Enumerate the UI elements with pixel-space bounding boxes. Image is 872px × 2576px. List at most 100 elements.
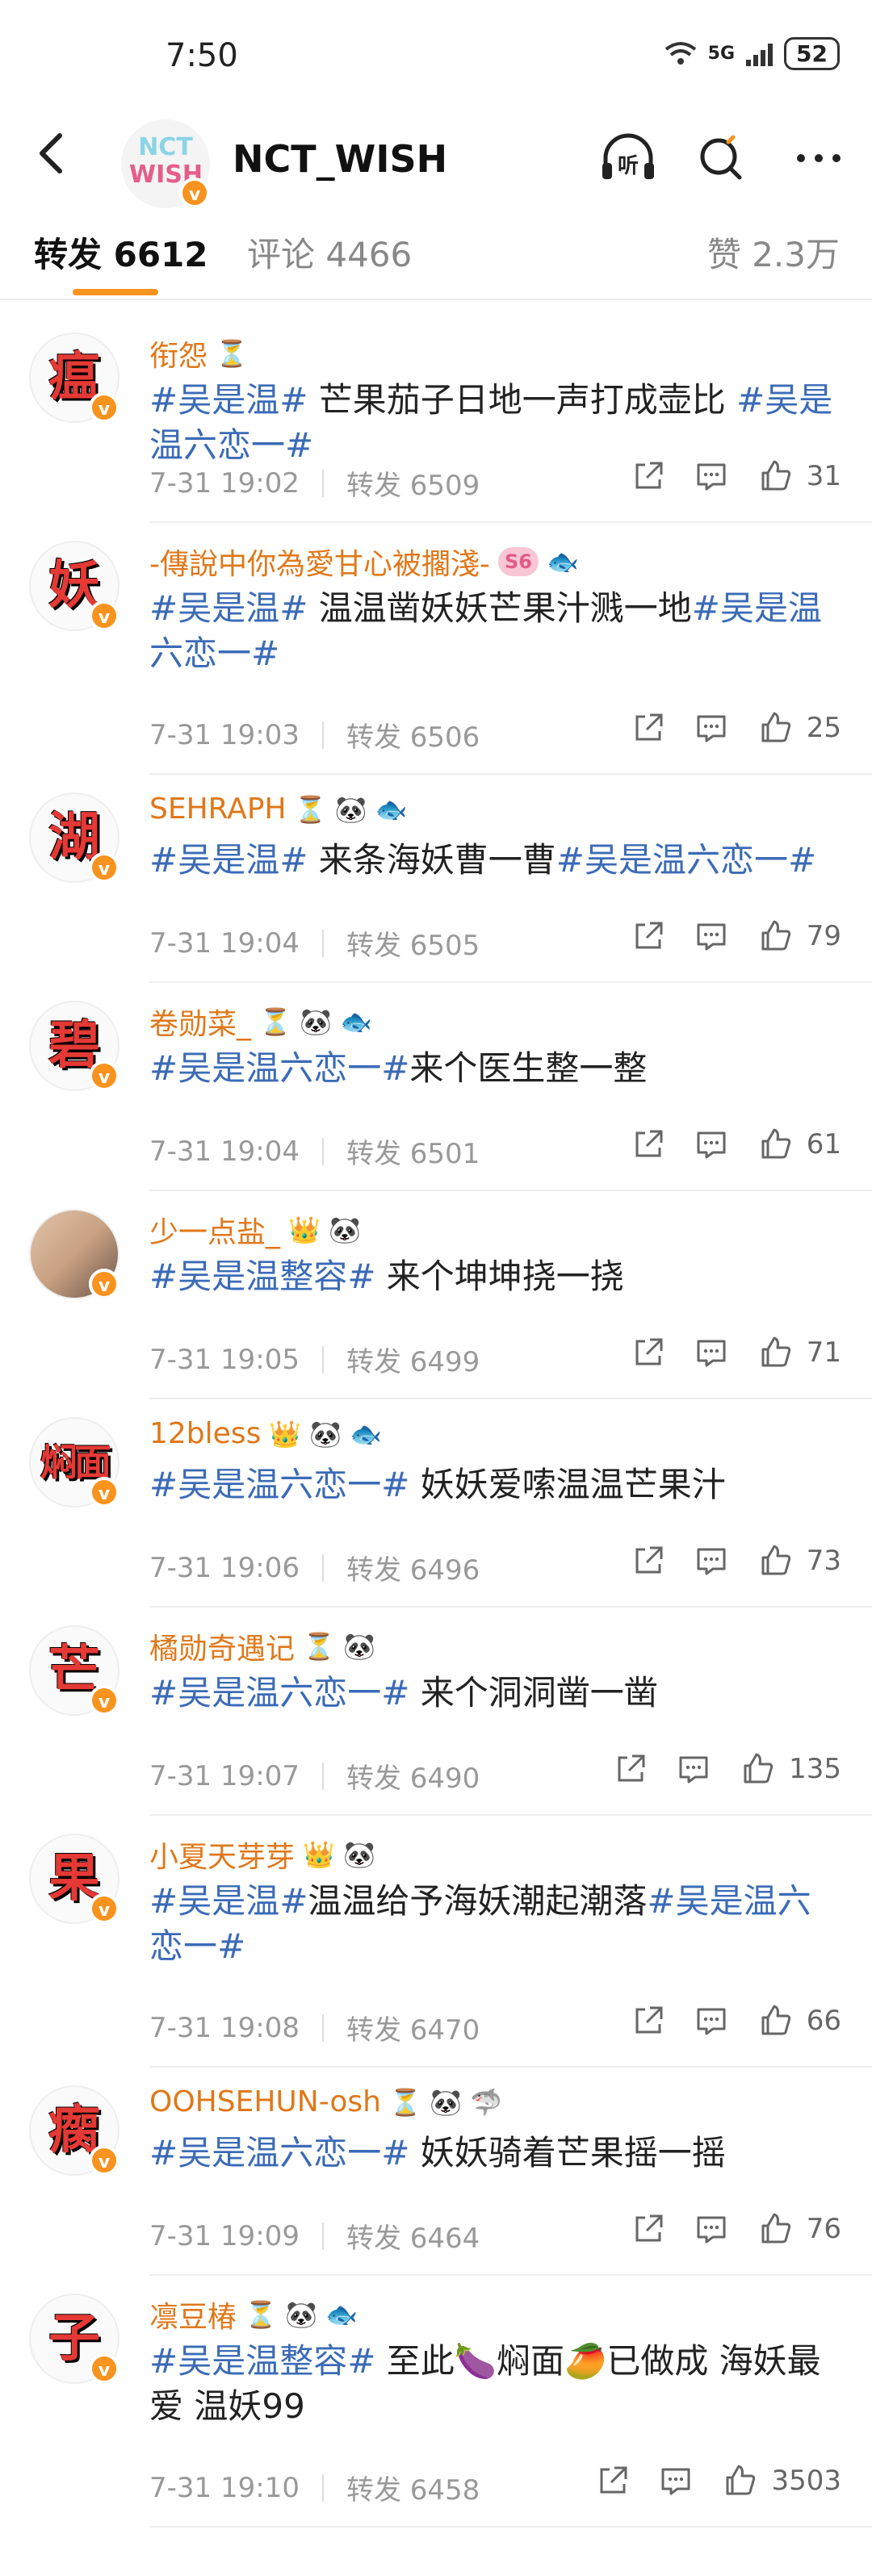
username[interactable]: 12bless bbox=[149, 1417, 261, 1450]
hashtag-link[interactable]: #吴是温六恋一# bbox=[149, 1465, 409, 1504]
action-bar: 25 bbox=[631, 710, 841, 746]
username-row: 少一点盐_ 👑 🐼 bbox=[149, 1209, 361, 1251]
thumbs-up-icon[interactable] bbox=[758, 1335, 794, 1370]
avatar[interactable]: 子 v bbox=[29, 2294, 119, 2384]
username[interactable]: 小夏天芽芽 bbox=[149, 1834, 295, 1876]
thumbs-up-icon[interactable] bbox=[758, 710, 794, 746]
thumbs-up-icon[interactable] bbox=[740, 1751, 776, 1787]
comment-icon[interactable] bbox=[694, 1335, 729, 1370]
share-icon[interactable] bbox=[631, 710, 666, 746]
avatar[interactable]: v bbox=[29, 1209, 119, 1299]
hashtag-link[interactable]: #吴是温整容# bbox=[149, 2341, 375, 2381]
repost-meta: 7-31 19:05 转发 6499 bbox=[149, 1340, 480, 1379]
search-icon[interactable] bbox=[693, 132, 751, 184]
username[interactable]: 凛豆椿 bbox=[149, 2294, 237, 2336]
tab-likes[interactable]: 赞 2.3万 bbox=[707, 228, 840, 277]
username[interactable]: OOHSEHUN-osh bbox=[149, 2085, 381, 2118]
thumbs-up-icon[interactable] bbox=[758, 918, 794, 954]
active-tab-indicator bbox=[73, 289, 158, 295]
thumbs-up-icon[interactable] bbox=[758, 1543, 794, 1579]
comment-icon[interactable] bbox=[694, 1543, 729, 1579]
repost-item[interactable]: 瘟 v 衔怨 ⏳ #吴是温# 芒果茄子日地一声打成壶比 #吴是温六恋一# 7-3… bbox=[0, 315, 872, 523]
hashtag-link[interactable]: #吴是温整容# bbox=[149, 1257, 375, 1296]
divider bbox=[321, 1137, 324, 1165]
avatar[interactable]: 湖 v bbox=[29, 792, 119, 883]
comment-icon[interactable] bbox=[676, 1751, 711, 1787]
hashtag-link[interactable]: #吴是温# bbox=[149, 588, 308, 628]
user-badges: ⏳ 🐼 🦈 bbox=[388, 2086, 502, 2118]
like-count: 73 bbox=[806, 1545, 841, 1577]
thumbs-up-icon[interactable] bbox=[758, 458, 794, 494]
repost-item[interactable]: 碧 v 卷勋菜_ ⏳ 🐼 🐟 #吴是温六恋一#来个医生整一整 7-31 19:0… bbox=[0, 983, 872, 1191]
verified-badge: v bbox=[89, 392, 119, 423]
hashtag-link[interactable]: #吴是温# bbox=[149, 380, 308, 420]
share-icon[interactable] bbox=[595, 2463, 631, 2499]
repost-item[interactable]: 妖 v -傳說中你為愛甘心被擱淺- S6 🐟 #吴是温# 温温凿妖妖芒果汁溅一地… bbox=[0, 523, 872, 775]
comment-icon[interactable] bbox=[694, 1127, 729, 1162]
verified-badge: v bbox=[89, 1477, 119, 1508]
avatar[interactable]: 瘟 v bbox=[29, 332, 119, 423]
hashtag-link[interactable]: #吴是温六恋一# bbox=[149, 2133, 409, 2172]
avatar[interactable]: 瘸 v bbox=[29, 2085, 119, 2176]
repost-item[interactable]: 子 v 凛豆椿 ⏳ 🐼 🐟 #吴是温整容# 至此🍆焖面🥭已做成 海妖最爱 温妖9… bbox=[0, 2276, 872, 2528]
repost-count: 转发 6509 bbox=[346, 470, 480, 502]
repost-item[interactable]: 湖 v SEHRAPH ⏳ 🐼 🐟 #吴是温# 来条海妖曹一曹#吴是温六恋一# … bbox=[0, 775, 872, 983]
hashtag-link[interactable]: #吴是温# bbox=[149, 1881, 308, 1921]
action-bar: 71 bbox=[631, 1335, 841, 1370]
share-icon[interactable] bbox=[631, 2211, 666, 2247]
comment-icon[interactable] bbox=[694, 458, 729, 494]
timestamp: 7-31 19:03 bbox=[149, 718, 300, 751]
tab-comments[interactable]: 评论 4466 bbox=[247, 228, 412, 277]
chevron-left-icon[interactable] bbox=[29, 129, 78, 178]
headphones-icon[interactable]: 听 bbox=[599, 132, 657, 184]
avatar[interactable]: 芒 v bbox=[29, 1625, 119, 1716]
repost-text: #吴是温六恋一# 妖妖骑着芒果摇一摇 bbox=[149, 2131, 844, 2176]
comment-icon[interactable] bbox=[694, 2211, 729, 2247]
username[interactable]: 少一点盐_ bbox=[149, 1209, 280, 1251]
share-icon[interactable] bbox=[631, 1543, 666, 1579]
repost-item[interactable]: 果 v 小夏天芽芽 👑 🐼 #吴是温#温温给予海妖潮起潮落#吴是温六恋一# 7-… bbox=[0, 1816, 872, 2068]
comment-icon[interactable] bbox=[694, 710, 729, 746]
hashtag-link[interactable]: #吴是温# bbox=[149, 840, 308, 880]
repost-text: #吴是温#温温给予海妖潮起潮落#吴是温六恋一# bbox=[149, 1879, 844, 1969]
thumbs-up-icon[interactable] bbox=[758, 2003, 794, 2039]
repost-count: 转发 6506 bbox=[346, 721, 480, 754]
hashtag-link[interactable]: #吴是温六恋一# bbox=[556, 840, 816, 880]
avatar[interactable]: 妖 v bbox=[29, 541, 119, 631]
tab-reposts[interactable]: 转发 6612 bbox=[34, 228, 208, 277]
comment-icon[interactable] bbox=[658, 2463, 694, 2499]
comment-icon[interactable] bbox=[694, 2003, 729, 2039]
username[interactable]: 卷勋菜_ bbox=[149, 1001, 251, 1043]
repost-item[interactable]: 焖面 v 12bless 👑 🐼 🐟 #吴是温六恋一# 妖妖爱嗦温温芒果汁 7-… bbox=[0, 1399, 872, 1608]
share-icon[interactable] bbox=[631, 918, 666, 954]
share-icon[interactable] bbox=[631, 1127, 666, 1162]
hashtag-link[interactable]: #吴是温六恋一# bbox=[149, 1673, 409, 1712]
username[interactable]: 橘勋奇遇记 bbox=[149, 1625, 295, 1667]
thumbs-up-icon[interactable] bbox=[723, 2463, 758, 2499]
repost-item[interactable]: v 少一点盐_ 👑 🐼 #吴是温整容# 来个坤坤挠一挠 7-31 19:05 转… bbox=[0, 1191, 872, 1399]
timestamp: 7-31 19:04 bbox=[149, 1135, 300, 1168]
username-row: 卷勋菜_ ⏳ 🐼 🐟 bbox=[149, 1001, 372, 1043]
svg-text:听: 听 bbox=[618, 154, 639, 178]
repost-item[interactable]: 瘸 v OOHSEHUN-osh ⏳ 🐼 🦈 #吴是温六恋一# 妖妖骑着芒果摇一… bbox=[0, 2068, 872, 2276]
username[interactable]: SEHRAPH bbox=[149, 792, 287, 826]
verified-badge: v bbox=[89, 600, 119, 631]
verified-badge: v bbox=[89, 1893, 119, 1924]
username[interactable]: 衔怨 bbox=[149, 332, 208, 374]
username[interactable]: -傳說中你為愛甘心被擱淺- bbox=[149, 541, 490, 583]
share-icon[interactable] bbox=[631, 2003, 666, 2039]
hashtag-link[interactable]: #吴是温六恋一# bbox=[149, 1048, 409, 1088]
share-icon[interactable] bbox=[631, 458, 666, 494]
avatar[interactable]: 碧 v bbox=[29, 1001, 119, 1091]
more-icon[interactable] bbox=[790, 132, 848, 184]
repost-list: 瘟 v 衔怨 ⏳ #吴是温# 芒果茄子日地一声打成壶比 #吴是温六恋一# 7-3… bbox=[0, 315, 872, 2528]
share-icon[interactable] bbox=[631, 1335, 666, 1370]
share-icon[interactable] bbox=[613, 1751, 648, 1787]
avatar[interactable]: 焖面 v bbox=[29, 1417, 119, 1508]
repost-item[interactable]: 芒 v 橘勋奇遇记 ⏳ 🐼 #吴是温六恋一# 来个洞洞凿一凿 7-31 19:0… bbox=[0, 1608, 872, 1816]
timestamp: 7-31 19:09 bbox=[149, 2219, 300, 2252]
thumbs-up-icon[interactable] bbox=[758, 2211, 794, 2247]
thumbs-up-icon[interactable] bbox=[758, 1127, 794, 1162]
avatar[interactable]: 果 v bbox=[29, 1834, 119, 1924]
comment-icon[interactable] bbox=[694, 918, 729, 954]
